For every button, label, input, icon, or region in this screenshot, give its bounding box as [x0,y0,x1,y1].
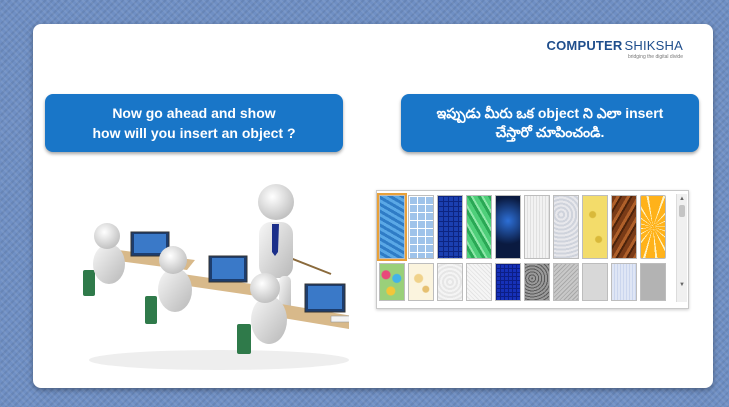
scroll-thumb[interactable] [679,205,685,217]
logo-text-shiksha: SHIKSHA [624,38,683,53]
texture-white-plaster[interactable] [437,263,463,301]
texture-brown-wood[interactable] [611,195,637,259]
texture-green-marble[interactable] [466,195,492,259]
logo-text-computer: COMPUTER [546,38,623,53]
texture-navy-mosaic[interactable] [495,263,521,301]
texture-white-paper[interactable] [524,195,550,259]
callout-right-line1: ఇప్పుడు మీరు ఒక object ని ఎలా insert [436,105,664,121]
texture-gallery: ▲ ▼ [376,190,689,309]
classroom-illustration [83,184,349,370]
texture-gray-solid[interactable] [640,263,666,301]
slide-card: COMPUTER SHIKSHA bridging the digital di… [33,24,713,388]
book-icon [330,315,349,323]
texture-colorful-stones[interactable] [379,263,405,301]
texture-gray-texture[interactable] [553,263,579,301]
texture-gray-granite[interactable] [524,263,550,301]
telugu-instruction-callout: ఇప్పుడు మీరు ఒక object ని ఎలా insert చేస… [401,94,699,152]
texture-blue-mosaic[interactable] [437,195,463,259]
texture-black-blue[interactable] [495,195,521,259]
callout-right-line2: చేస్తారో చూపించండి. [495,124,605,140]
english-instruction-callout: Now go ahead and show how will you inser… [45,94,343,152]
texture-blue-water[interactable] [377,193,407,261]
student-desks [95,231,349,329]
texture-row-2 [379,263,671,301]
computer-shiksha-logo: COMPUTER SHIKSHA bridging the digital di… [547,38,683,60]
scroll-up-icon[interactable]: ▲ [677,194,687,204]
texture-floral-paper[interactable] [408,263,434,301]
callout-left-line1: Now go ahead and show [112,105,276,121]
callout-left-line2: how will you insert an object ? [92,125,296,141]
texture-light-gray[interactable] [582,263,608,301]
texture-cheese[interactable] [582,195,608,259]
texture-blue-tiles[interactable] [408,195,434,259]
scroll-down-icon[interactable]: ▼ [677,280,687,290]
student-figures [93,223,287,344]
texture-pale-blue[interactable] [611,263,637,301]
texture-orange-slice[interactable] [640,195,666,259]
texture-row-1 [377,193,671,261]
texture-white-canvas[interactable] [466,263,492,301]
logo-tagline: bridging the digital divide [627,54,683,60]
texture-gray-stucco[interactable] [553,195,579,259]
gallery-scrollbar[interactable]: ▲ ▼ [676,194,687,302]
texture-grid [377,193,671,305]
